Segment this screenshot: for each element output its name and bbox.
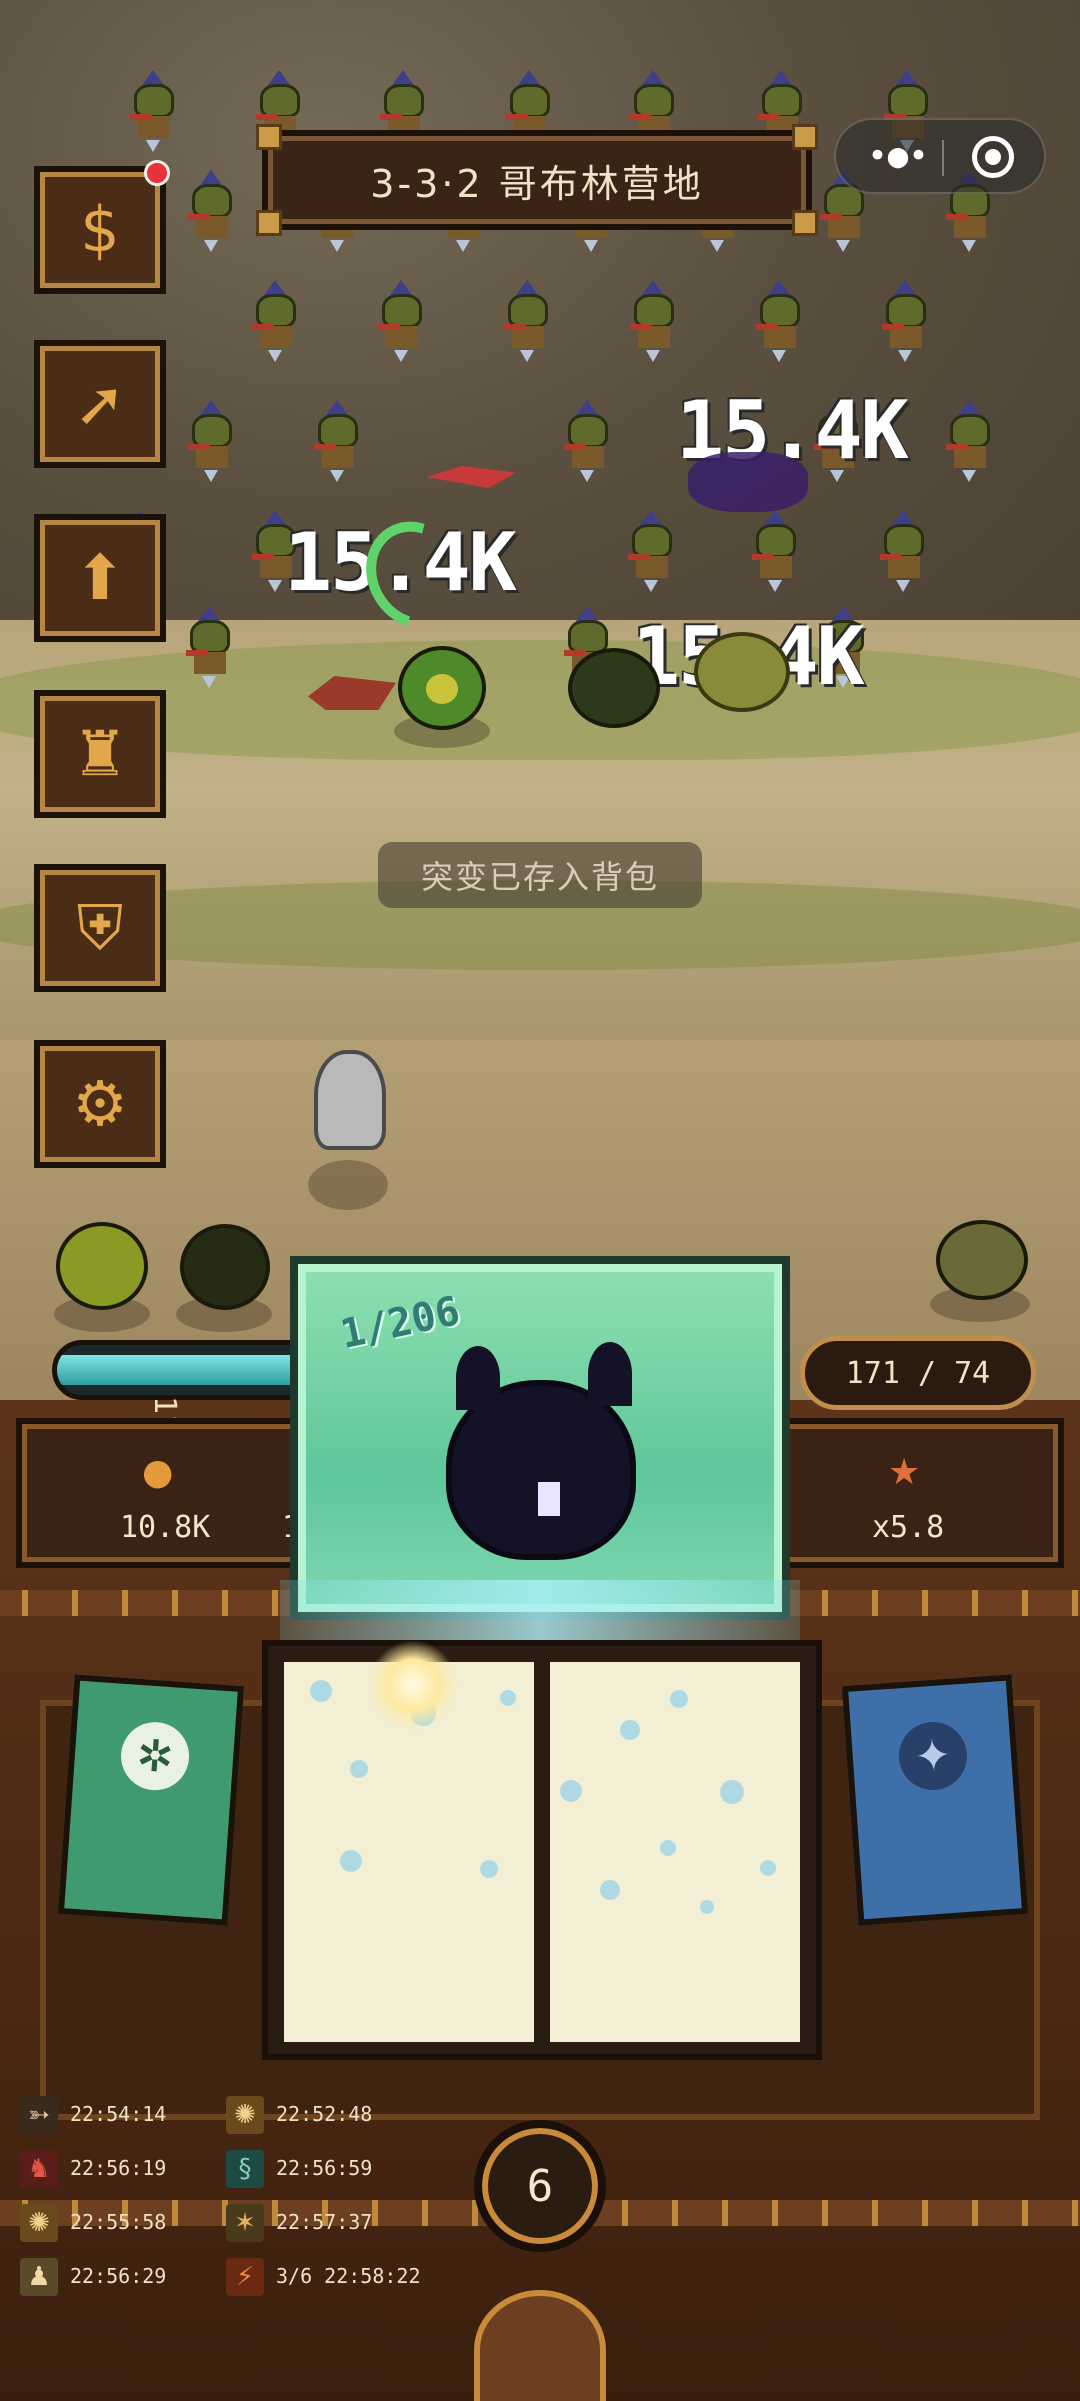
- goblin-enemy: [180, 170, 244, 254]
- green-spellbook[interactable]: ✲: [57, 1674, 245, 1926]
- bubble: [670, 1690, 688, 1708]
- bubble: [480, 1860, 498, 1878]
- bubble: [720, 1780, 744, 1804]
- notification-badge: [144, 160, 170, 186]
- close-target-icon[interactable]: [972, 136, 1014, 178]
- bubble: [350, 1760, 368, 1778]
- creature-eye: [538, 1482, 560, 1516]
- goblin-enemy: [180, 400, 244, 484]
- bubble: [660, 1840, 676, 1856]
- miniprogram-capsule: •●•: [834, 118, 1046, 194]
- creature-horn: [456, 1346, 500, 1410]
- ally-moss-spore: [936, 1220, 1028, 1300]
- creature-sigil-icon: ✦: [896, 1719, 970, 1793]
- unit-shadow: [308, 1160, 388, 1210]
- log-timestamp: 22:55:58: [70, 2210, 167, 2234]
- orb-core: [426, 674, 458, 704]
- bag-button[interactable]: $: [34, 166, 166, 294]
- stage-title: 3-3·2 哥布林营地: [370, 161, 704, 206]
- goblin-enemy: [748, 280, 812, 364]
- stairs-button[interactable]: ⬆: [34, 514, 166, 642]
- ally-yellow-spore: [56, 1222, 148, 1310]
- red-dragon-icon: ♞: [20, 2150, 58, 2188]
- goblin-enemy: [244, 280, 308, 364]
- wings-upgrade-button[interactable]: ➚: [34, 340, 166, 468]
- humanoid-icon: ♟: [20, 2258, 58, 2296]
- unit-count-text: 171 / 74: [845, 1355, 991, 1391]
- log-timestamp: 3/6 22:58:22: [276, 2264, 421, 2288]
- bubble: [620, 1720, 640, 1740]
- ghost-stone-monster: [314, 1050, 386, 1150]
- unit-count: 171 / 74: [800, 1336, 1036, 1410]
- blue-spellbook[interactable]: ✦: [841, 1674, 1029, 1926]
- stairs-up-icon: ⬆: [74, 541, 126, 614]
- star-icon: ★: [888, 1452, 921, 1493]
- bow-icon: ➳: [20, 2096, 58, 2134]
- tower-icon: ♜: [72, 717, 128, 790]
- settings-button[interactable]: ⚙: [34, 1040, 166, 1168]
- log-timestamp: 22:56:19: [70, 2156, 167, 2180]
- goblin-enemy: [622, 280, 686, 364]
- goblin-enemy: [370, 280, 434, 364]
- sun-burst-icon: ✺: [20, 2204, 58, 2242]
- bubble: [760, 1860, 776, 1876]
- log-timestamp: 22:52:48: [276, 2102, 373, 2126]
- goblin-enemy: [874, 280, 938, 364]
- yellow-glow-monster: [694, 632, 790, 712]
- gold-value: 10.8K: [120, 1510, 211, 1545]
- bubble: [600, 1880, 620, 1900]
- log-timestamp: 22:54:14: [70, 2102, 167, 2126]
- shield-link-button[interactable]: ⛨: [34, 864, 166, 992]
- goblin-enemy: [178, 606, 242, 690]
- dark-bush-monster: [568, 648, 660, 728]
- goblin-enemy: [938, 400, 1002, 484]
- bottom-emblem: [474, 2290, 606, 2401]
- mutation-saved-toast: 突变已存入背包: [378, 842, 702, 908]
- shadow-creature: [446, 1342, 636, 1560]
- shield-link-icon: ⛨: [76, 891, 124, 964]
- log-timestamp: 22:57:37: [276, 2210, 373, 2234]
- dark-magic-effect: [688, 452, 808, 512]
- hp-bar-fill: [57, 1355, 318, 1385]
- ally-dark-spore: [180, 1224, 270, 1310]
- bubble: [500, 1690, 516, 1706]
- coin-icon: ●: [142, 1452, 174, 1493]
- goblin-enemy: [620, 510, 684, 594]
- goblin-enemy: [872, 510, 936, 594]
- goblin-enemy: [556, 400, 620, 484]
- money-bag-icon: $: [80, 193, 120, 266]
- log-timestamp: 22:56:59: [276, 2156, 373, 2180]
- goblin-enemy: [496, 280, 560, 364]
- bubble: [310, 1680, 332, 1702]
- gear-wrench-icon: ⚙: [72, 1067, 128, 1140]
- goblin-enemy: [306, 400, 370, 484]
- stage-title-plate: 3-3·2 哥布林营地: [256, 124, 818, 236]
- compass-icon: ✲: [118, 1719, 192, 1793]
- bubble: [340, 1850, 362, 1872]
- tower-button[interactable]: ♜: [34, 690, 166, 818]
- spider-icon: ✶: [226, 2204, 264, 2242]
- creature-horn: [588, 1342, 632, 1406]
- bubble: [700, 1900, 714, 1914]
- multiplier-value: x5.8: [872, 1510, 945, 1545]
- goblin-enemy: [122, 70, 186, 154]
- fire-claw-icon: ⚡: [226, 2258, 264, 2296]
- more-options-icon[interactable]: •●•: [858, 120, 938, 192]
- tome-right-page: [550, 1662, 800, 2042]
- log-timestamp: 22:56:29: [70, 2264, 167, 2288]
- sparkle-flash: [368, 1640, 458, 1730]
- sun-burst-icon: ✺: [226, 2096, 264, 2134]
- capsule-divider: [942, 140, 944, 176]
- wings-icon: ➚: [74, 367, 126, 440]
- wave-counter[interactable]: 6: [474, 2120, 606, 2252]
- bubble: [560, 1780, 582, 1802]
- serpent-icon: §: [226, 2150, 264, 2188]
- goblin-enemy: [744, 510, 808, 594]
- wave-number: 6: [526, 2160, 554, 2212]
